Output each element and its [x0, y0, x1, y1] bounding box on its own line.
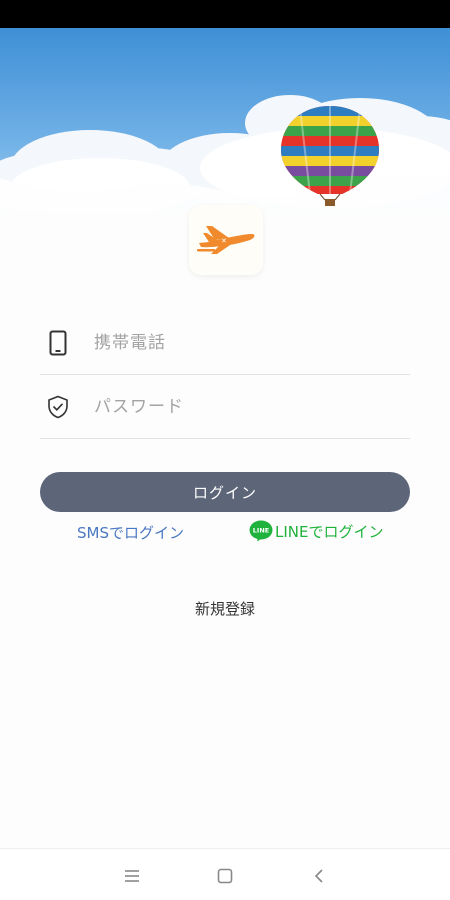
svg-text:✕: ✕	[221, 237, 227, 245]
shield-check-icon	[40, 389, 76, 425]
hero-banner	[0, 28, 450, 228]
system-navigation-bar	[0, 848, 450, 900]
line-login-link[interactable]: LINE LINEでログイン	[249, 520, 383, 542]
password-field[interactable]	[40, 376, 410, 439]
sms-login-link[interactable]: SMSでログイン	[77, 522, 184, 543]
login-screen: ✕ ログイン SMSでログイン LINE	[0, 0, 450, 900]
phone-input[interactable]	[92, 332, 396, 354]
svg-text:LINE: LINE	[253, 527, 269, 535]
smartphone-icon	[40, 325, 76, 361]
register-link[interactable]: 新規登録	[0, 598, 450, 619]
phone-field[interactable]	[40, 312, 410, 375]
airplane-icon: ✕	[197, 226, 255, 254]
square-home-icon[interactable]	[212, 863, 238, 889]
sky-clouds-illustration	[0, 28, 450, 228]
password-input[interactable]	[92, 396, 396, 418]
menu-icon[interactable]	[119, 863, 145, 889]
line-logo-icon: LINE	[249, 520, 273, 542]
status-bar	[0, 0, 450, 28]
app-logo: ✕	[189, 205, 263, 275]
line-login-label: LINEでログイン	[275, 522, 384, 541]
chevron-left-icon[interactable]	[306, 863, 332, 889]
login-button[interactable]: ログイン	[40, 472, 410, 512]
